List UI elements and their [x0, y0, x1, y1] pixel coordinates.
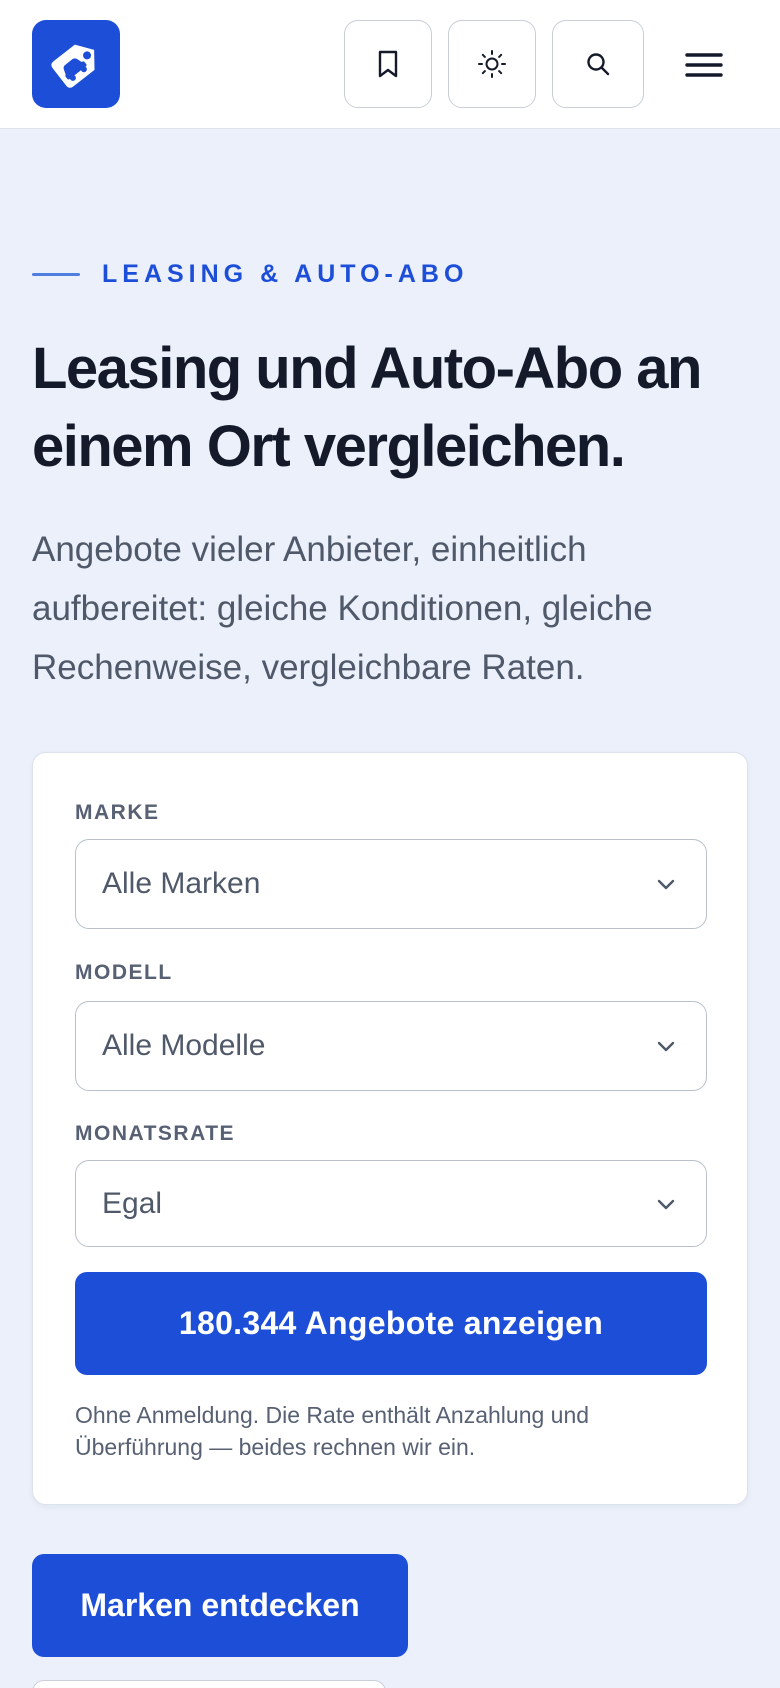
- page-title: Leasing und Auto-Abo an einem Ort vergle…: [32, 336, 702, 479]
- model-select-value: Alle Modelle: [102, 1029, 266, 1062]
- rate-select-value: Egal: [102, 1186, 163, 1220]
- search-card: MARKE Alle Marken MODELL Alle Modelle MO…: [32, 752, 748, 1505]
- show-offers-button[interactable]: 180.344 Angebote anzeigen: [75, 1272, 707, 1375]
- chevron-down-icon: [657, 879, 675, 890]
- bookmarks-button[interactable]: [344, 20, 432, 108]
- chevron-down-icon: [657, 1199, 675, 1209]
- secondary-button[interactable]: [32, 1680, 386, 1688]
- rate-select[interactable]: Egal: [75, 1160, 707, 1247]
- eyebrow-text: LEASING & AUTO-ABO: [102, 259, 469, 288]
- logo[interactable]: [32, 20, 120, 108]
- sun-icon: [478, 50, 506, 78]
- price-tag-car-icon: [51, 44, 95, 88]
- eyebrow: LEASING & AUTO-ABO: [32, 258, 468, 290]
- search-icon: [587, 53, 610, 76]
- menu-button[interactable]: [676, 40, 732, 90]
- search-note: Ohne Anmeldung. Die Rate enthält Anzahlu…: [75, 1402, 590, 1460]
- theme-toggle-button[interactable]: [448, 20, 536, 108]
- brand-select[interactable]: Alle Marken: [75, 839, 707, 929]
- eyebrow-line: [32, 272, 80, 276]
- chevron-down-icon: [657, 1041, 675, 1052]
- model-select[interactable]: Alle Modelle: [75, 1001, 707, 1091]
- explore-brands-button[interactable]: Marken entdecken: [32, 1554, 408, 1657]
- brand-label: MARKE: [75, 801, 160, 824]
- rate-label: MONATSRATE: [75, 1122, 236, 1145]
- brand-select-value: Alle Marken: [102, 867, 261, 900]
- bookmark-icon: [378, 50, 398, 78]
- model-label: MODELL: [75, 961, 173, 984]
- top-bar: [0, 0, 780, 129]
- hamburger-menu-icon: [685, 53, 723, 77]
- lead-text: Angebote vieler Anbieter, einheitlich au…: [32, 530, 653, 687]
- search-button[interactable]: [552, 20, 644, 108]
